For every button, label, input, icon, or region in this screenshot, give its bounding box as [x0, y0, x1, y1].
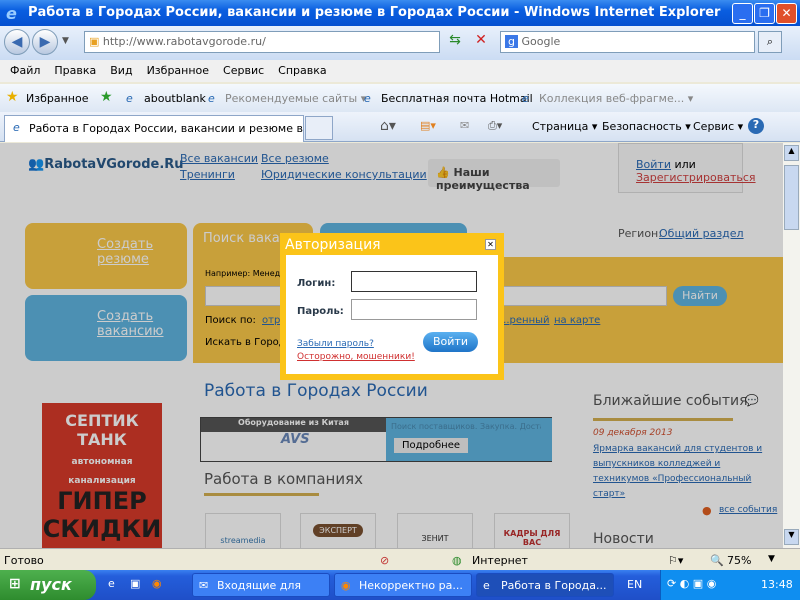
quicklaunch-firefox-icon[interactable]: ◉ — [152, 577, 162, 590]
blocked-icon[interactable]: ⊘ — [380, 554, 389, 567]
fav-suggested-sites[interactable]: Рекомендуемые сайты ▾ — [225, 92, 366, 105]
star-icon: ★ — [6, 89, 19, 105]
taskbar-item-inbox[interactable]: ✉ Входящие для — [192, 573, 330, 597]
menu-favorites[interactable]: Избранное — [147, 64, 209, 77]
login-submit-button[interactable]: Войти — [423, 332, 478, 352]
address-text: http://www.rabotavgorode.ru/ — [102, 35, 266, 48]
start-button[interactable]: ⊞ пуск — [0, 570, 96, 600]
dialog-title: Авторизация — [285, 237, 381, 253]
fraud-warning-link[interactable]: Осторожно, мошенники! — [297, 352, 415, 362]
refresh-icon[interactable]: ⇆ — [444, 32, 466, 52]
login-label: Логин: — [297, 278, 336, 289]
scroll-up-button[interactable]: ▲ — [784, 145, 799, 161]
address-input[interactable]: ▣ http://www.rabotavgorode.ru/ — [84, 31, 440, 53]
ie-icon: e — [483, 579, 490, 592]
quicklaunch-desktop-icon[interactable]: ▣ — [130, 577, 140, 590]
tab-bar: e Работа в Городах России, вакансии и ре… — [0, 112, 800, 142]
stop-icon[interactable]: ✕ — [470, 32, 492, 52]
firefox-icon: ◉ — [341, 579, 351, 592]
menu-view[interactable]: Вид — [110, 64, 132, 77]
system-tray: ⟳ ◐ ▣ ◉ 13:48 — [660, 570, 800, 600]
print-icon[interactable]: ⎙▾ — [488, 119, 502, 133]
protected-mode-icon[interactable]: ⚐▾ — [668, 554, 683, 567]
home-icon[interactable]: ⌂▾ — [380, 118, 396, 134]
tools-menu[interactable]: Сервис ▾ — [693, 120, 743, 133]
language-indicator[interactable]: EN — [627, 578, 642, 591]
status-text: Готово — [4, 554, 44, 567]
fav-web-slice-gallery[interactable]: Коллекция веб-фрагме... ▾ — [539, 92, 693, 105]
page-menu[interactable]: Страница ▾ — [532, 120, 597, 133]
password-label: Пароль: — [297, 306, 344, 317]
taskbar-item-firefox[interactable]: ◉ Некорректно ра... — [334, 573, 472, 597]
new-tab-button[interactable] — [305, 116, 333, 140]
help-icon[interactable]: ? — [748, 118, 764, 134]
menu-tools[interactable]: Сервис — [223, 64, 264, 77]
safety-menu[interactable]: Безопасность ▾ — [602, 120, 691, 133]
close-button[interactable]: ✕ — [776, 3, 797, 24]
forgot-password-link[interactable]: Забыли пароль? — [297, 339, 374, 349]
scroll-down-button[interactable]: ▼ — [784, 529, 799, 545]
menu-edit[interactable]: Правка — [54, 64, 96, 77]
page-icon: ▣ — [89, 35, 103, 48]
add-favorite-icon[interactable]: ★ — [100, 89, 113, 105]
taskbar: ⊞ пуск e ▣ ◉ ✉ Входящие для ◉ Некорректно р… — [0, 570, 800, 600]
search-button[interactable]: ⌕ — [758, 31, 782, 53]
mail-icon[interactable]: ✉ — [460, 119, 469, 132]
forward-button[interactable]: ▶ — [32, 29, 58, 55]
dialog-close-button[interactable]: ✕ — [485, 239, 496, 250]
maximize-button[interactable]: ❐ — [754, 3, 775, 24]
tab-active[interactable]: e Работа в Городах России, вакансии и ре… — [4, 115, 304, 142]
clock: 13:48 — [761, 578, 793, 591]
favorites-button[interactable]: Избранное — [26, 92, 88, 105]
search-input[interactable]: g Google — [500, 31, 755, 53]
tray-icons[interactable]: ⟳ ◐ ▣ ◉ — [667, 577, 716, 590]
zoom-icon: 🔍 — [710, 554, 724, 567]
login-dialog: Авторизация ✕ Логин: Пароль: Забыли паро… — [280, 233, 504, 380]
scroll-thumb[interactable] — [784, 165, 799, 230]
password-input[interactable] — [351, 299, 477, 320]
zoom-level[interactable]: 75% — [727, 554, 751, 567]
security-zone: Интернет — [472, 554, 528, 567]
favorites-bar: ★ Избранное ★ e aboutblank e Рекомендуем… — [0, 84, 800, 112]
history-dropdown-icon[interactable]: ▼ — [62, 36, 69, 46]
minimize-button[interactable]: _ — [732, 3, 753, 24]
google-icon: g — [505, 35, 518, 48]
window-title: Работа в Городах России, вакансии и резю… — [28, 5, 721, 20]
menu-file[interactable]: Файл — [10, 64, 40, 77]
ie-page-icon: e — [522, 92, 529, 105]
windows-logo-icon: ⊞ — [9, 576, 21, 592]
vertical-scrollbar[interactable]: ▲ ▼ — [783, 143, 800, 548]
zoom-dropdown-icon[interactable]: ▼ — [768, 554, 775, 564]
ie-page-icon: e — [126, 92, 133, 105]
ie-page-icon: e — [13, 121, 20, 134]
status-bar: Готово ⊘ ◍ Интернет ⚐▾ 🔍 75% ▼ — [0, 548, 800, 570]
login-input[interactable] — [351, 271, 477, 292]
ie-page-icon: e — [208, 92, 215, 105]
taskbar-item-ie[interactable]: e Работа в Города... — [476, 573, 614, 597]
mail-icon: ✉ — [199, 579, 209, 592]
title-bar: e Работа в Городах России, вакансии и ре… — [0, 0, 800, 26]
search-placeholder: Google — [521, 35, 561, 48]
fav-aboutblank[interactable]: aboutblank — [144, 92, 206, 105]
fav-hotmail[interactable]: Бесплатная почта Hotmail — [381, 92, 533, 105]
ie-logo-icon: e — [6, 4, 17, 23]
rss-icon[interactable]: ▤▾ — [420, 119, 436, 132]
back-button[interactable]: ◀ — [4, 29, 30, 55]
navigation-bar: ◀ ▶ ▼ ▣ http://www.rabotavgorode.ru/ ⇆ ✕… — [0, 26, 800, 60]
globe-icon: ◍ — [452, 554, 462, 567]
menu-help[interactable]: Справка — [278, 64, 326, 77]
menu-bar: Файл Правка Вид Избранное Сервис Справка — [0, 60, 800, 82]
ie-page-icon: e — [364, 92, 371, 105]
tab-title: Работа в Городах России, вакансии и резю… — [29, 122, 304, 135]
quicklaunch-ie-icon[interactable]: e — [108, 577, 115, 590]
